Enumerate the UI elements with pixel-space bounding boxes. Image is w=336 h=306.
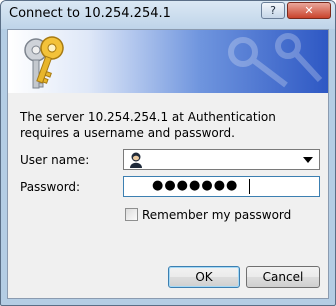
dialog-body: The server 10.254.254.1 at Authenticatio…: [7, 29, 329, 299]
user-icon: [130, 152, 142, 168]
title-bar[interactable]: Connect to 10.254.254.1 ? ✕: [1, 1, 335, 29]
banner-art: [24, 33, 323, 89]
cancel-button[interactable]: Cancel: [246, 266, 320, 288]
auth-message: The server 10.254.254.1 at Authenticatio…: [20, 110, 276, 140]
banner: [8, 30, 328, 93]
help-button[interactable]: ?: [261, 2, 285, 19]
remember-password-label[interactable]: Remember my password: [142, 208, 291, 222]
text-caret: [249, 179, 250, 194]
username-label: User name:: [20, 153, 90, 167]
login-dialog: Connect to 10.254.254.1 ? ✕ The server 1…: [0, 0, 336, 306]
dropdown-arrow-icon[interactable]: [303, 157, 313, 163]
close-button[interactable]: ✕: [287, 2, 331, 19]
keys-icon: [24, 36, 64, 89]
password-value: ●●●●●●●: [152, 178, 239, 193]
password-label: Password:: [20, 180, 81, 194]
window-title: Connect to 10.254.254.1: [9, 6, 171, 21]
watermark-keys-icon: [228, 33, 323, 88]
remember-password-checkbox[interactable]: [125, 208, 138, 221]
password-field[interactable]: ●●●●●●●: [123, 176, 320, 197]
username-combobox[interactable]: [123, 149, 320, 170]
ok-button[interactable]: OK: [168, 266, 240, 288]
